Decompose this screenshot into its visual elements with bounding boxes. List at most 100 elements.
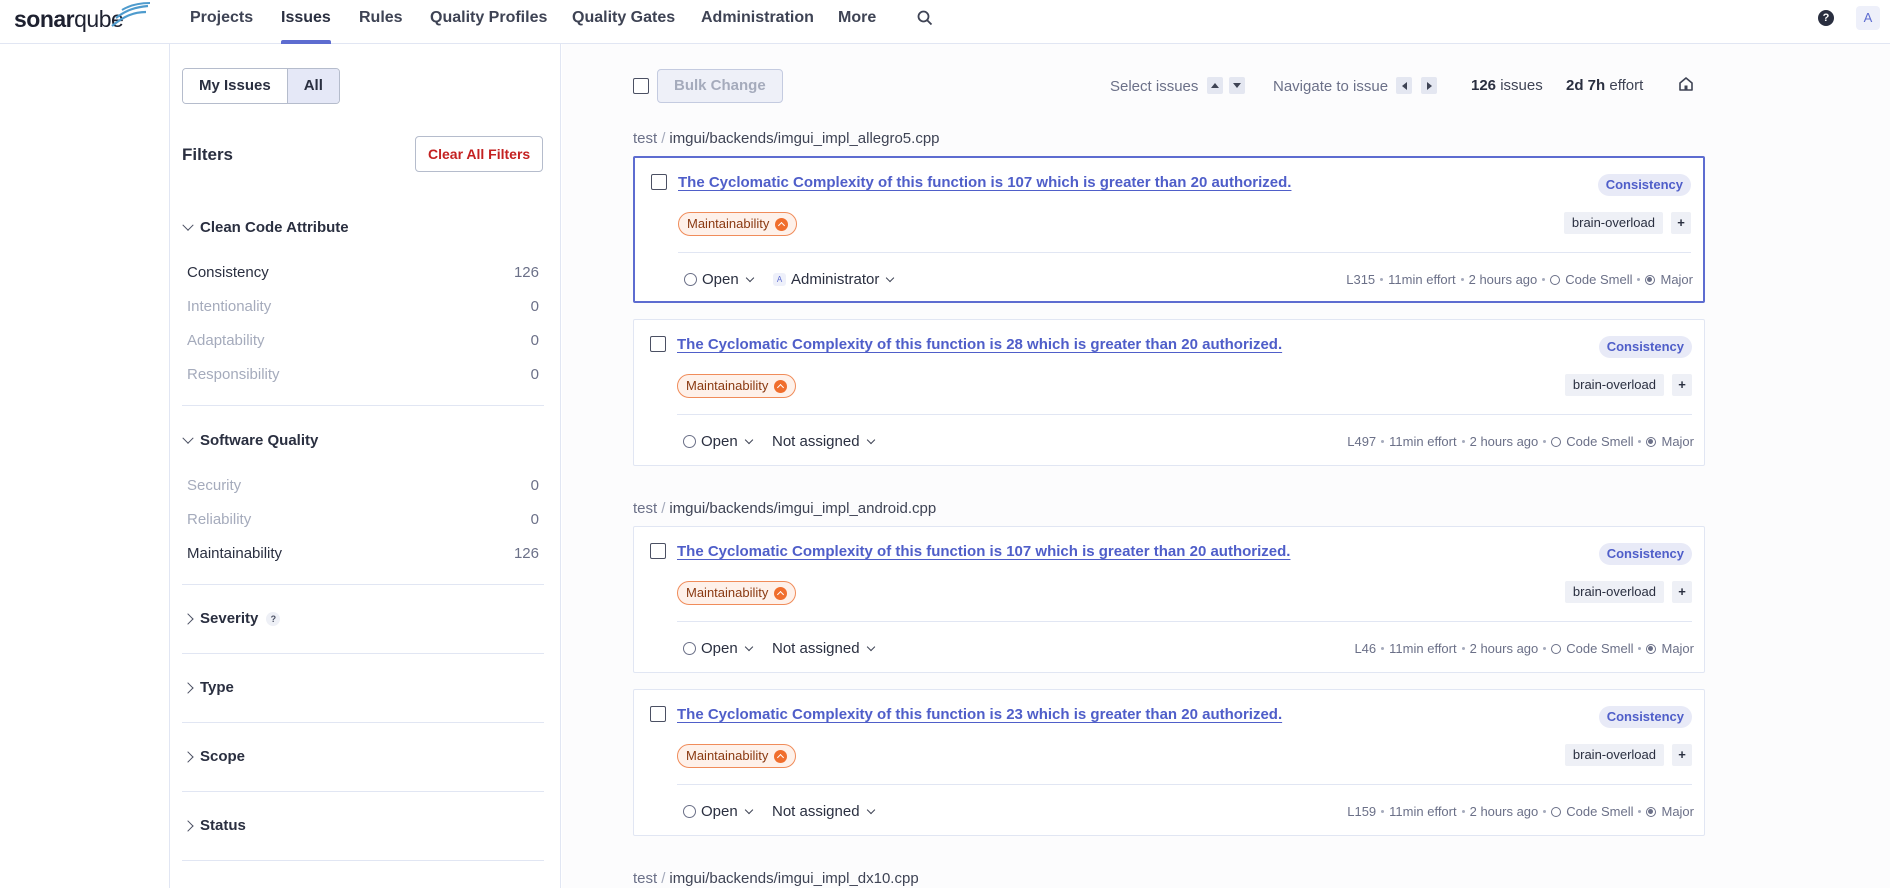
issue-title-link[interactable]: The Cyclomatic Complexity of this functi… bbox=[678, 174, 1291, 191]
facet-item-consistency[interactable]: Consistency 126 bbox=[187, 264, 539, 281]
logo-waves-icon bbox=[111, 2, 151, 27]
search-icon[interactable] bbox=[916, 9, 934, 30]
facet-item-intentionality[interactable]: Intentionality 0 bbox=[187, 298, 539, 315]
add-tag-button[interactable]: + bbox=[1672, 581, 1692, 603]
file-path: test / imgui/backends/imgui_impl_android.c… bbox=[633, 500, 937, 517]
clean-code-attribute-badge[interactable]: Consistency bbox=[1598, 543, 1692, 565]
select-issues-label: Select issues bbox=[1110, 78, 1199, 95]
facet-severity[interactable]: Severity ? bbox=[182, 610, 281, 627]
nav-administration[interactable]: Administration bbox=[701, 0, 814, 44]
sonarqube-logo[interactable]: sonarqube bbox=[14, 2, 151, 36]
help-icon[interactable]: ? bbox=[266, 611, 281, 626]
component-path[interactable]: imgui/backends/imgui_impl_allegro5.cpp bbox=[669, 130, 939, 147]
component-path[interactable]: imgui/backends/imgui_impl_android.cpp bbox=[669, 500, 936, 517]
assignee-dropdown[interactable]: Not assigned bbox=[772, 640, 875, 657]
select-all-checkbox[interactable] bbox=[633, 78, 649, 94]
add-tag-button[interactable]: + bbox=[1671, 212, 1691, 234]
assignee-dropdown[interactable]: Not assigned bbox=[772, 803, 875, 820]
issue-title-link[interactable]: The Cyclomatic Complexity of this functi… bbox=[677, 543, 1290, 560]
clean-code-attribute-badge[interactable]: Consistency bbox=[1598, 706, 1692, 728]
issue-tag[interactable]: brain-overload bbox=[1564, 374, 1664, 396]
severity-medium-icon bbox=[774, 379, 788, 393]
issue-card[interactable]: The Cyclomatic Complexity of this functi… bbox=[633, 319, 1705, 466]
add-tag-button[interactable]: + bbox=[1672, 744, 1692, 766]
assignee-dropdown[interactable]: Not assigned bbox=[772, 433, 875, 450]
chevron-right-icon bbox=[182, 681, 194, 694]
facet-item-reliability[interactable]: Reliability 0 bbox=[187, 511, 539, 528]
status-dropdown[interactable]: Open bbox=[683, 803, 753, 820]
bulk-change-button[interactable]: Bulk Change bbox=[657, 69, 783, 103]
project-name[interactable]: test bbox=[633, 870, 657, 887]
home-icon[interactable] bbox=[1678, 76, 1694, 95]
nav-quality-gates[interactable]: Quality Gates bbox=[572, 0, 675, 44]
issue-title-link[interactable]: The Cyclomatic Complexity of this functi… bbox=[677, 706, 1282, 723]
nav-projects[interactable]: Projects bbox=[190, 0, 253, 44]
nav-issues[interactable]: Issues bbox=[281, 0, 331, 44]
assignee-dropdown[interactable]: A Administrator bbox=[773, 271, 895, 288]
chevron-down-icon bbox=[866, 435, 875, 444]
facet-item-count: 0 bbox=[530, 298, 539, 315]
issue-card[interactable]: The Cyclomatic Complexity of this functi… bbox=[633, 689, 1705, 836]
facet-item-responsibility[interactable]: Responsibility 0 bbox=[187, 366, 539, 383]
clear-all-filters-button[interactable]: Clear All Filters bbox=[415, 136, 544, 172]
issue-effort: 11min effort bbox=[1388, 272, 1456, 287]
facet-status[interactable]: Status bbox=[182, 817, 246, 834]
arrow-up-key-icon bbox=[1207, 77, 1223, 94]
facet-item-maintainability[interactable]: Maintainability 126 bbox=[187, 545, 539, 562]
software-quality-badge[interactable]: Maintainability bbox=[678, 212, 798, 236]
facet-title: Severity bbox=[200, 610, 259, 627]
facet-scope[interactable]: Scope bbox=[182, 748, 246, 765]
project-name[interactable]: test bbox=[633, 500, 657, 517]
issue-title-link[interactable]: The Cyclomatic Complexity of this functi… bbox=[677, 336, 1282, 353]
facet-title: Scope bbox=[200, 748, 246, 765]
status-dropdown[interactable]: Open bbox=[683, 433, 753, 450]
issue-line[interactable]: L159 bbox=[1347, 804, 1376, 819]
my-issues-button[interactable]: My Issues bbox=[183, 69, 287, 103]
project-name[interactable]: test bbox=[633, 130, 657, 147]
chevron-down-icon bbox=[744, 435, 753, 444]
user-avatar[interactable]: A bbox=[1856, 6, 1880, 30]
clean-code-attribute-badge[interactable]: Consistency bbox=[1597, 174, 1691, 196]
status-open-icon bbox=[683, 805, 696, 818]
facet-software-quality[interactable]: Software Quality bbox=[182, 432, 319, 449]
add-tag-button[interactable]: + bbox=[1672, 374, 1692, 396]
issue-tag[interactable]: brain-overload bbox=[1564, 581, 1664, 603]
software-quality-badge[interactable]: Maintainability bbox=[677, 744, 797, 768]
issue-line[interactable]: L315 bbox=[1346, 272, 1375, 287]
issue-effort: 11min effort bbox=[1389, 641, 1457, 656]
arrow-left-key-icon bbox=[1396, 77, 1412, 94]
issue-line[interactable]: L46 bbox=[1354, 641, 1376, 656]
issue-line[interactable]: L497 bbox=[1347, 434, 1376, 449]
nav-more[interactable]: More bbox=[838, 0, 876, 44]
software-quality-badge[interactable]: Maintainability bbox=[677, 581, 797, 605]
facet-title: Software Quality bbox=[200, 432, 319, 449]
facet-item-adaptability[interactable]: Adaptability 0 bbox=[187, 332, 539, 349]
component-path[interactable]: imgui/backends/imgui_impl_dx10.cpp bbox=[669, 870, 918, 887]
issue-card[interactable]: The Cyclomatic Complexity of this functi… bbox=[633, 526, 1705, 673]
status-dropdown[interactable]: Open bbox=[683, 640, 753, 657]
facet-type[interactable]: Type bbox=[182, 679, 234, 696]
help-icon[interactable]: ? bbox=[1818, 10, 1834, 26]
nav-quality-profiles[interactable]: Quality Profiles bbox=[430, 0, 547, 44]
facet-item-security[interactable]: Security 0 bbox=[187, 477, 539, 494]
all-issues-button[interactable]: All bbox=[286, 69, 339, 103]
status-dropdown[interactable]: Open bbox=[684, 271, 754, 288]
clean-code-attribute-badge[interactable]: Consistency bbox=[1598, 336, 1692, 358]
issue-checkbox[interactable] bbox=[651, 174, 667, 190]
issue-age: 2 hours ago bbox=[1469, 641, 1539, 656]
issue-effort: 11min effort bbox=[1389, 804, 1457, 819]
facet-clean-code-attribute[interactable]: Clean Code Attribute bbox=[182, 219, 349, 236]
facet-item-count: 0 bbox=[530, 477, 539, 494]
issue-tag[interactable]: brain-overload bbox=[1563, 212, 1663, 234]
chevron-down-icon bbox=[182, 432, 194, 444]
software-quality-badge[interactable]: Maintainability bbox=[677, 374, 797, 398]
chevron-down-icon bbox=[866, 642, 875, 651]
issue-tag[interactable]: brain-overload bbox=[1564, 744, 1664, 766]
divider bbox=[182, 722, 544, 723]
issue-checkbox[interactable] bbox=[650, 336, 666, 352]
issue-severity: Major bbox=[1661, 804, 1694, 819]
nav-rules[interactable]: Rules bbox=[359, 0, 403, 44]
issue-checkbox[interactable] bbox=[650, 543, 666, 559]
issue-checkbox[interactable] bbox=[650, 706, 666, 722]
issue-card[interactable]: The Cyclomatic Complexity of this functi… bbox=[633, 156, 1705, 303]
